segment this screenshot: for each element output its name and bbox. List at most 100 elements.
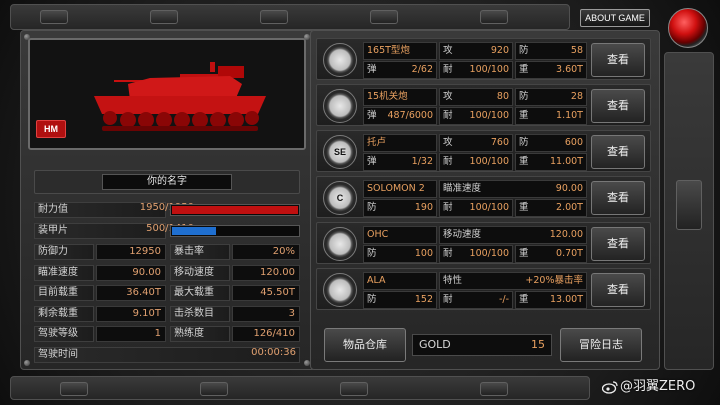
armor-bar [170,225,300,237]
item-stat: 攻 760 [439,134,513,152]
machinegun-icon [323,89,357,123]
stat-row: 防御力 12950 暴击率 20% [34,243,300,261]
stat-label: 瞄准速度 [34,264,94,281]
frame-clamp [480,10,508,24]
tank-class-badge[interactable]: HM [36,120,66,138]
equipment-item: SE 托卢攻 760 防 600 弹 1/32 耐 100/100 重 11.00T 查看 [316,130,651,172]
equipment-item: 15机关炮攻 80 防 28 弹 487/6000 耐 100/100 重 1.10T 查看 [316,84,651,126]
item-stat: 耐 100/100 [439,107,513,125]
item-stat: 弹 1/32 [363,153,437,171]
item-stat: 防 190 [363,199,437,217]
drive-time-row: 驾驶时间 00:00:36 [34,346,300,364]
stat-row: 瞄准速度 90.00 移动速度 120.00 [34,264,300,282]
adventure-log-button[interactable]: 冒险日志 [560,328,642,362]
chip-icon [323,273,357,307]
view-button[interactable]: 查看 [591,181,645,215]
c-unit-icon: C [323,181,357,215]
item-name: OHC [363,226,437,244]
stat-label: 目前载重 [34,285,94,301]
red-tank-image [30,40,304,148]
stat-value: 9.10T [96,305,166,322]
bolt [304,360,310,366]
durability-row: 耐力值 1950/1950 [34,201,300,219]
item-stat: 弹 487/6000 [363,107,437,125]
stat-value: 45.50T [232,285,300,301]
cannon-icon [323,43,357,77]
equipment-list: 165T型炮攻 920 防 58 弹 2/62 耐 100/100 重 3.60T 查看 15机关炮攻… [316,38,651,314]
gold-label: GOLD [419,338,451,351]
stat-label: 防御力 [34,244,94,260]
gold-display: GOLD 15 [412,334,552,356]
item-stat: 防 600 [515,134,587,152]
stat-label: 击杀数目 [170,305,230,322]
item-name: ALA [363,272,437,290]
frame-clamp [370,10,398,24]
equipment-item: ALA 特性 +20%暴击率防 152 耐 -/- 重 13.00T 查看 [316,268,651,310]
frame-clamp [60,382,88,396]
item-stat: 重 2.00T [515,199,587,217]
item-stat: 耐 100/100 [439,199,513,217]
stat-row: 剩余载重 9.10T 击杀数目 3 [34,305,300,323]
stat-label: 驾驶等级 [34,326,94,342]
frame-clamp [150,10,178,24]
item-stat: 特性 +20%暴击率 [439,272,587,290]
item-stat: 瞄准速度 90.00 [439,180,587,198]
item-name: 15机关炮 [363,88,437,106]
stat-row: 目前载重 36.40T 最大载重 45.50T [34,284,300,302]
view-button[interactable]: 查看 [591,227,645,261]
item-stat: 重 1.10T [515,107,587,125]
item-stat: 重 3.60T [515,61,587,79]
view-button[interactable]: 查看 [591,273,645,307]
frame-clamp [480,382,508,396]
gold-value: 15 [531,338,545,351]
frame-clamp [340,382,368,396]
durability-bar-fill [172,206,298,214]
stat-value: 36.40T [96,285,166,301]
item-stat: 重 0.70T [515,245,587,263]
stat-value: 20% [232,244,300,260]
stat-value: 00:00:36 [251,347,296,358]
item-name: 托卢 [363,134,437,152]
stat-value: 90.00 [96,264,166,281]
stat-value: 12950 [96,244,166,260]
watermark: @羽翼ZERO [620,379,696,394]
side-vent [676,180,702,230]
item-stat: 弹 2/62 [363,61,437,79]
item-stat: 攻 80 [439,88,513,106]
armor-row: 装甲片 500/1410 [34,222,300,240]
warehouse-button[interactable]: 物品仓库 [324,328,406,362]
item-name: 165T型炮 [363,42,437,60]
stat-value: 1 [96,326,166,342]
stat-value: 126/410 [232,326,300,342]
stat-label: 剩余载重 [34,305,94,322]
view-button[interactable]: 查看 [591,43,645,77]
view-button[interactable]: 查看 [591,135,645,169]
item-stat: 耐 100/100 [439,61,513,79]
stat-row: 驾驶等级 1 熟练度 126/410 [34,325,300,343]
durability-bar [170,204,300,216]
stat-label: 移动速度 [170,264,230,281]
item-stat: 防 100 [363,245,437,263]
item-stat: 耐 100/100 [439,153,513,171]
armor-bar-fill [172,227,217,235]
tank-preview [28,38,306,150]
red-menu-button[interactable] [668,8,708,48]
pilot-name: 你的名字 [102,174,232,190]
special-weapon-icon: SE [323,135,357,169]
stat-label: 熟练度 [170,326,230,342]
stat-value: 120.00 [232,264,300,281]
stat-label: 暴击率 [170,244,230,260]
equipment-item: OHC 移动速度 120.00 防 100 耐 100/100 重 0.70T 查看 [316,222,651,264]
view-button[interactable]: 查看 [591,89,645,123]
about-game-button[interactable]: ABOUT GAME [580,9,650,27]
equipment-item: C SOLOMON 2 瞄准速度 90.00 防 190 耐 100/100 重 2.00T 查看 [316,176,651,218]
item-stat: 重 11.00T [515,153,587,171]
stat-label: 最大载重 [170,285,230,301]
frame-clamp [200,382,228,396]
item-stat: 防 58 [515,42,587,60]
bolt [24,360,30,366]
item-stat: 攻 920 [439,42,513,60]
item-stat: 防 28 [515,88,587,106]
item-stat: 防 152 [363,291,437,309]
item-stat: 移动速度 120.00 [439,226,587,244]
